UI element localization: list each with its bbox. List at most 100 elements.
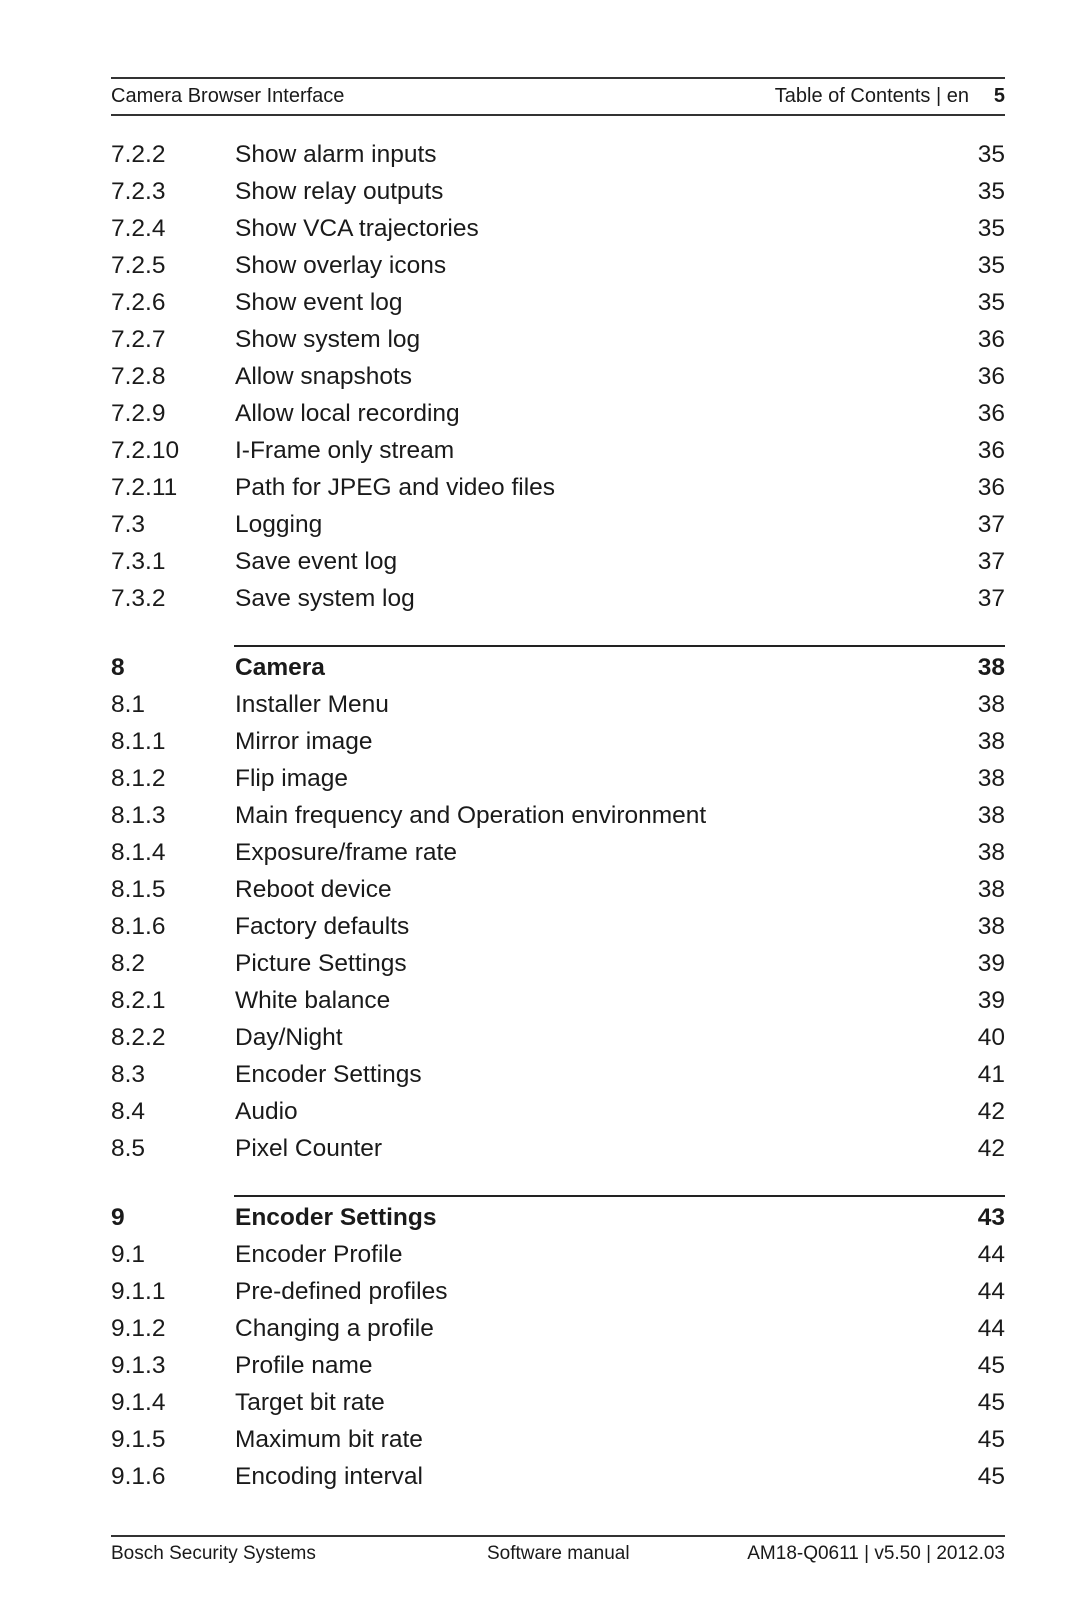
toc-entry[interactable]: 9.1 Encoder Profile 44 — [111, 1236, 1005, 1273]
toc-entry-title: Encoder Settings — [235, 1061, 422, 1088]
toc-entry-title: Factory defaults — [235, 913, 410, 940]
toc-entry[interactable]: 8.1.1 Mirror image 38 — [111, 723, 1005, 760]
toc-entry[interactable]: 9.1.3 Profile name 45 — [111, 1347, 1005, 1384]
toc-entry-page: 43 — [977, 1204, 1005, 1231]
page-number: 5 — [993, 85, 1005, 107]
toc-entry-title: Reboot device — [235, 876, 392, 903]
toc-group-9: 9.1 Encoder Profile 44 9.1.1 Pre-defined pro… — [111, 1236, 1005, 1495]
toc-entry[interactable]: 9.1.5 Maximum bit rate 45 — [111, 1421, 1005, 1458]
toc-entry-title: Show VCA trajectories — [235, 215, 479, 242]
chapter-rule — [234, 1195, 1005, 1197]
toc-entry[interactable]: 7.2.4 Show VCA trajectories 35 — [111, 210, 1005, 247]
toc-entry-number: 8 — [111, 654, 125, 681]
toc-entry-number: 7.2.3 — [111, 178, 166, 205]
toc-entry-title: Audio — [235, 1098, 298, 1125]
toc-entry[interactable]: 7.2.9 Allow local recording 36 — [111, 395, 1005, 432]
toc-entry[interactable]: 7.2.11 Path for JPEG and video files 36 — [111, 469, 1005, 506]
toc-entry-number: 9.1.4 — [111, 1389, 166, 1416]
toc-entry[interactable]: 9.1.2 Changing a profile 44 — [111, 1310, 1005, 1347]
toc-entry-page: 42 — [977, 1098, 1005, 1125]
toc-entry-title: Camera — [235, 654, 325, 681]
toc-entry-page: 36 — [977, 363, 1005, 390]
table-of-contents: 7.2.2 Show alarm inputs 35 7.2.3 Show relay … — [111, 136, 1005, 1495]
toc-entry-page: 36 — [977, 400, 1005, 427]
toc-entry[interactable]: 8.1.3 Main frequency and Operation enviro… — [111, 797, 1005, 834]
toc-entry[interactable]: 7.2.6 Show event log 35 — [111, 284, 1005, 321]
toc-entry-page: 38 — [977, 802, 1005, 829]
toc-entry-page: 42 — [977, 1135, 1005, 1162]
toc-entry[interactable]: 8.1 Installer Menu 38 — [111, 686, 1005, 723]
toc-entry[interactable]: 7.3.1 Save event log 37 — [111, 543, 1005, 580]
toc-entry[interactable]: 7.2.7 Show system log 36 — [111, 321, 1005, 358]
toc-entry[interactable]: 7.2.3 Show relay outputs 35 — [111, 173, 1005, 210]
page-header: Camera Browser Interface Table of Conten… — [111, 80, 1005, 112]
toc-entry[interactable]: 8.2 Picture Settings 39 — [111, 945, 1005, 982]
toc-entry[interactable]: 8.1.2 Flip image 38 — [111, 760, 1005, 797]
toc-entry-page: 44 — [977, 1278, 1005, 1305]
toc-entry-title: Encoder Profile — [235, 1241, 403, 1268]
toc-entry-number: 8.2.1 — [111, 987, 166, 1014]
toc-entry-number: 9.1.5 — [111, 1426, 166, 1453]
toc-entry[interactable]: 7.2.2 Show alarm inputs 35 — [111, 136, 1005, 173]
toc-entry[interactable]: 8.2.2 Day/Night 40 — [111, 1019, 1005, 1056]
toc-entry-page: 36 — [977, 437, 1005, 464]
chapter-separator — [111, 1167, 1005, 1199]
toc-entry[interactable]: 8.1.6 Factory defaults 38 — [111, 908, 1005, 945]
toc-entry[interactable]: 9.1.1 Pre-defined profiles 44 — [111, 1273, 1005, 1310]
toc-entry-page: 45 — [977, 1389, 1005, 1416]
toc-entry-number: 8.2 — [111, 950, 146, 977]
toc-entry[interactable]: 7.3.2 Save system log 37 — [111, 580, 1005, 617]
section-label: Table of Contents | en — [774, 85, 969, 107]
toc-entry-page: 40 — [977, 1024, 1005, 1051]
toc-entry[interactable]: 8.4 Audio 42 — [111, 1093, 1005, 1130]
toc-entry[interactable]: 8.3 Encoder Settings 41 — [111, 1056, 1005, 1093]
toc-entry-title: Main frequency and Operation environment — [235, 802, 707, 829]
toc-entry[interactable]: 9.1.6 Encoding interval 45 — [111, 1458, 1005, 1495]
footer-doc-id: AM18-Q0611 | v5.50 | 2012.03 — [747, 1543, 1005, 1564]
toc-entry-page: 37 — [977, 585, 1005, 612]
toc-entry-page: 39 — [977, 950, 1005, 977]
toc-entry-page: 45 — [977, 1463, 1005, 1490]
toc-entry[interactable]: 8.1.4 Exposure/frame rate 38 — [111, 834, 1005, 871]
toc-entry-number: 7.2.5 — [111, 252, 166, 279]
toc-entry[interactable]: 7.2.10 I-Frame only stream 36 — [111, 432, 1005, 469]
toc-entry-number: 9.1.3 — [111, 1352, 166, 1379]
toc-entry-number: 9.1.1 — [111, 1278, 166, 1305]
toc-entry-page: 36 — [977, 326, 1005, 353]
toc-entry[interactable]: 7.2.8 Allow snapshots 36 — [111, 358, 1005, 395]
toc-entry-page: 35 — [977, 141, 1005, 168]
toc-entry-page: 38 — [977, 728, 1005, 755]
toc-entry-page: 35 — [977, 252, 1005, 279]
toc-group-8: 8.1 Installer Menu 38 8.1.1 Mirror image 38 8.… — [111, 686, 1005, 1167]
toc-group-7: 7.2.2 Show alarm inputs 35 7.2.3 Show relay … — [111, 136, 1005, 617]
toc-entry-title: Save system log — [235, 585, 415, 612]
toc-entry-title: White balance — [235, 987, 391, 1014]
toc-entry-title: Show overlay icons — [235, 252, 447, 279]
toc-entry-page: 35 — [977, 289, 1005, 316]
toc-entry[interactable]: 9.1.4 Target bit rate 45 — [111, 1384, 1005, 1421]
toc-entry[interactable]: 7.3 Logging 37 — [111, 506, 1005, 543]
toc-entry[interactable]: 8.5 Pixel Counter 42 — [111, 1130, 1005, 1167]
toc-entry-title: Pixel Counter — [235, 1135, 383, 1162]
document-title: Camera Browser Interface — [111, 85, 345, 107]
toc-chapter-9[interactable]: 9 Encoder Settings 43 — [111, 1199, 1005, 1236]
toc-entry[interactable]: 8.1.5 Reboot device 38 — [111, 871, 1005, 908]
toc-entry-page: 44 — [977, 1241, 1005, 1268]
toc-entry-number: 7.2.10 — [111, 437, 180, 464]
toc-entry[interactable]: 8.2.1 White balance 39 — [111, 982, 1005, 1019]
toc-entry[interactable]: 7.2.5 Show overlay icons 35 — [111, 247, 1005, 284]
toc-entry-number: 7.2.7 — [111, 326, 166, 353]
page-footer: Bosch Security Systems Software manual A… — [111, 1540, 1005, 1568]
toc-entry-number: 8.1 — [111, 691, 146, 718]
toc-entry-number: 8.1.6 — [111, 913, 166, 940]
toc-entry-title: Profile name — [235, 1352, 373, 1379]
toc-entry-page: 45 — [977, 1352, 1005, 1379]
toc-entry-title: Show relay outputs — [235, 178, 444, 205]
header-rule-bottom — [111, 114, 1005, 116]
toc-entry-page: 38 — [977, 654, 1005, 681]
toc-entry-number: 8.1.5 — [111, 876, 166, 903]
toc-entry-page: 38 — [977, 839, 1005, 866]
toc-entry-number: 9.1 — [111, 1241, 146, 1268]
toc-chapter-8[interactable]: 8 Camera 38 — [111, 649, 1005, 686]
toc-entry-number: 8.1.1 — [111, 728, 166, 755]
